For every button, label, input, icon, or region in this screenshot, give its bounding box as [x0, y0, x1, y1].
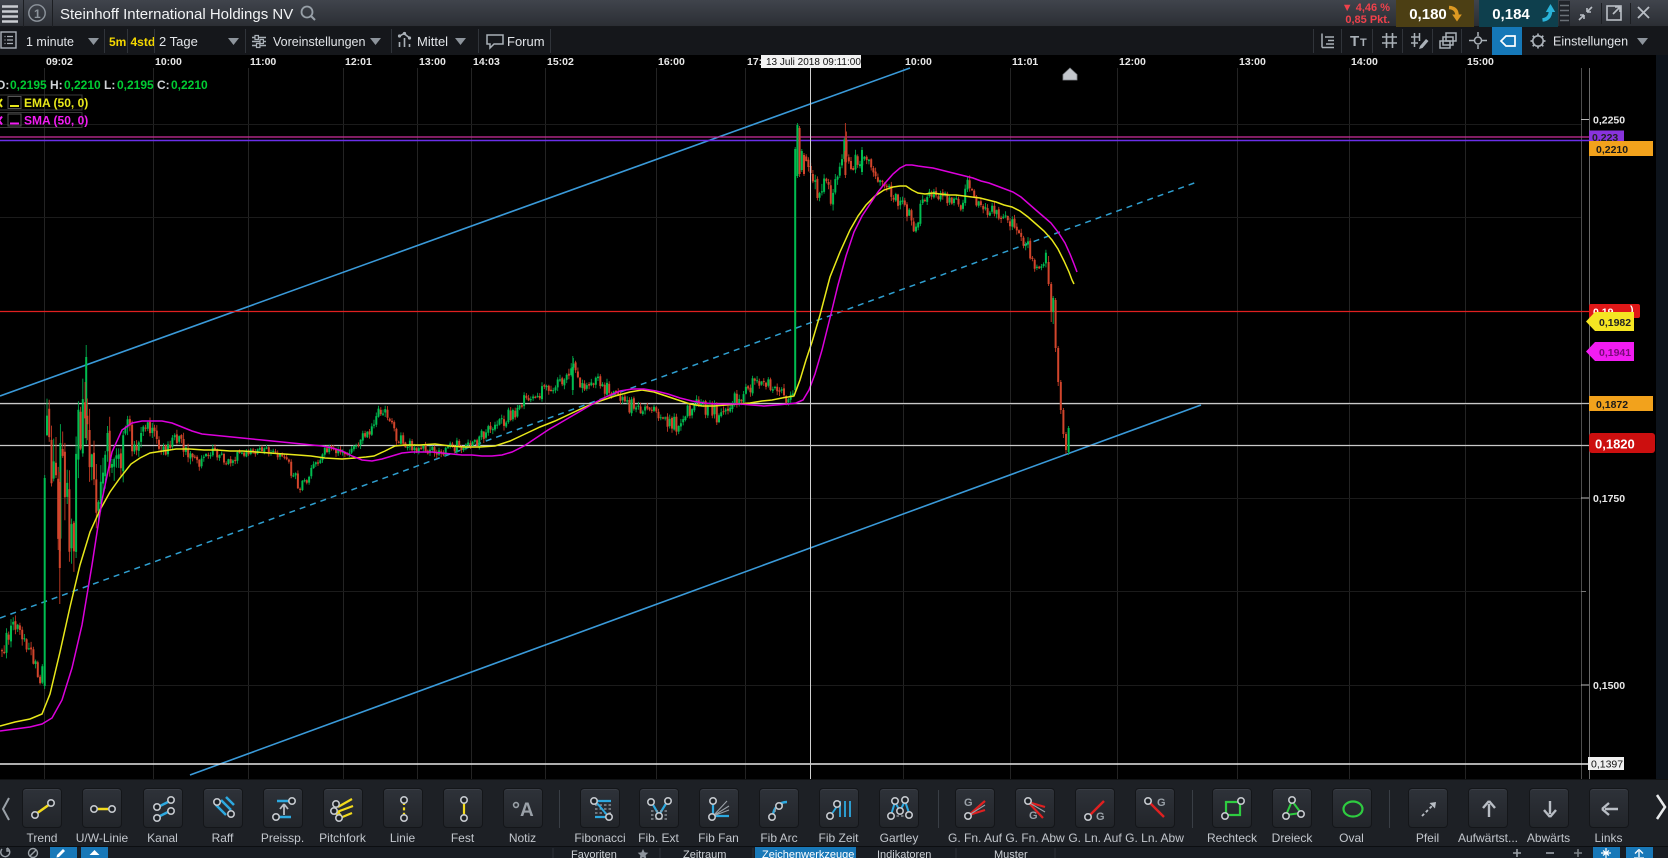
- svg-text:10:00: 10:00: [905, 56, 932, 68]
- svg-text:11:01: 11:01: [1012, 56, 1038, 68]
- svg-text:13:00: 13:00: [1239, 56, 1266, 68]
- svg-text:T: T: [1350, 33, 1359, 50]
- svg-text:G: G: [1157, 797, 1166, 809]
- svg-text:09:02: 09:02: [46, 56, 73, 68]
- svg-text:O:: O:: [0, 78, 9, 92]
- svg-text:Einstellungen: Einstellungen: [1553, 35, 1628, 49]
- svg-text:C:: C:: [157, 78, 170, 92]
- svg-text:0,1820: 0,1820: [1595, 437, 1635, 452]
- svg-text:12:01: 12:01: [345, 56, 372, 68]
- svg-text:Voreinstellungen: Voreinstellungen: [273, 35, 365, 49]
- svg-text:Steinhoff International Holdin: Steinhoff International Holdings NV: [60, 6, 293, 23]
- svg-text:2 Tage: 2 Tage: [159, 34, 198, 49]
- svg-text:Zeichenwerkzeuge: Zeichenwerkzeuge: [762, 849, 854, 858]
- svg-text:H:: H:: [50, 78, 63, 92]
- svg-text:T: T: [1360, 37, 1367, 49]
- svg-text:1: 1: [34, 7, 41, 21]
- svg-text:L:: L:: [104, 78, 115, 92]
- svg-text:14:00: 14:00: [1351, 56, 1378, 68]
- svg-text:0,184: 0,184: [1492, 6, 1530, 23]
- svg-text:16:00: 16:00: [658, 56, 685, 68]
- svg-text:0,1982: 0,1982: [1599, 317, 1631, 329]
- svg-text:12:00: 12:00: [1119, 56, 1146, 68]
- svg-text:4std: 4std: [131, 35, 156, 49]
- svg-text:0,1872: 0,1872: [1596, 399, 1628, 411]
- svg-text:1 minute: 1 minute: [26, 35, 74, 49]
- svg-text:G: G: [1096, 811, 1105, 823]
- svg-text:0,2210: 0,2210: [171, 78, 208, 92]
- svg-text:13 Juli 2018 09:11:00: 13 Juli 2018 09:11:00: [766, 57, 861, 68]
- svg-text:15:02: 15:02: [547, 56, 574, 68]
- svg-text:Indikatoren: Indikatoren: [877, 849, 931, 858]
- svg-text:Mittel: Mittel: [417, 34, 448, 49]
- svg-text:0,180: 0,180: [1409, 6, 1447, 23]
- svg-text:0,2195: 0,2195: [10, 78, 47, 92]
- svg-text:0,2210: 0,2210: [1596, 144, 1628, 156]
- svg-text:▼ 4,46 %: ▼ 4,46 %: [1342, 2, 1390, 14]
- svg-text:0,2250: 0,2250: [1593, 115, 1625, 127]
- svg-text:Forum: Forum: [507, 34, 545, 49]
- svg-text:EMA (50, 0): EMA (50, 0): [24, 96, 88, 110]
- svg-text:0,2195: 0,2195: [117, 78, 154, 92]
- svg-text:11:00: 11:00: [250, 56, 276, 68]
- svg-text:0,1500: 0,1500: [1593, 680, 1625, 692]
- svg-text:17:: 17:: [747, 56, 762, 68]
- svg-text:5m: 5m: [109, 35, 126, 49]
- svg-text:0,2210: 0,2210: [64, 78, 101, 92]
- svg-text:Muster: Muster: [994, 849, 1028, 858]
- svg-text:10:00: 10:00: [155, 56, 182, 68]
- svg-text:0,1397: 0,1397: [1591, 759, 1623, 771]
- svg-text:0,85 Pkt.: 0,85 Pkt.: [1345, 14, 1390, 26]
- svg-text:Favoriten: Favoriten: [571, 849, 617, 858]
- svg-text:A: A: [520, 800, 534, 821]
- svg-text:14:03: 14:03: [473, 56, 500, 68]
- svg-text:15:00: 15:00: [1467, 56, 1494, 68]
- svg-text:G: G: [964, 797, 973, 809]
- svg-text:SMA (50, 0): SMA (50, 0): [24, 114, 88, 128]
- svg-text:13:00: 13:00: [419, 56, 446, 68]
- svg-text:0,1750: 0,1750: [1593, 493, 1625, 505]
- svg-text:Zeitraum: Zeitraum: [683, 849, 726, 858]
- svg-text:0,1941: 0,1941: [1599, 347, 1631, 359]
